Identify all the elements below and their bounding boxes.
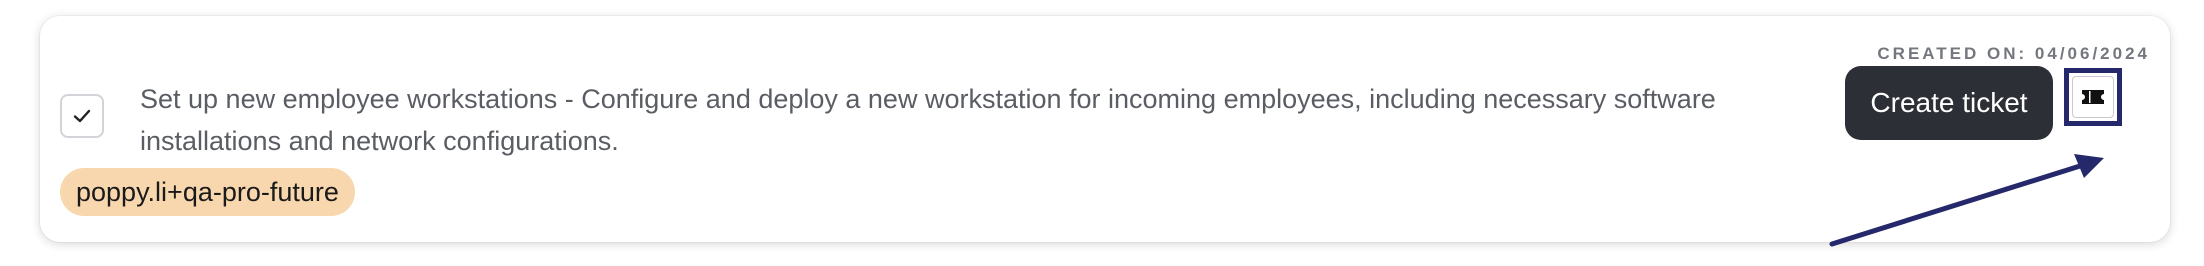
task-checkbox[interactable] [60, 94, 104, 138]
task-description: Set up new employee workstations - Confi… [140, 84, 1716, 156]
create-ticket-tooltip: Create ticket [1845, 66, 2053, 140]
page: Set up new employee workstations - Confi… [0, 0, 2204, 266]
created-on-label: CREATED ON: 04/06/2024 [1877, 44, 2150, 63]
assignee-tag: poppy.li+qa-pro-future [60, 168, 355, 216]
create-ticket-button[interactable] [2064, 68, 2122, 126]
create-ticket-button-inner [2072, 76, 2114, 118]
ticket-icon [2082, 90, 2104, 104]
check-icon [73, 109, 91, 123]
